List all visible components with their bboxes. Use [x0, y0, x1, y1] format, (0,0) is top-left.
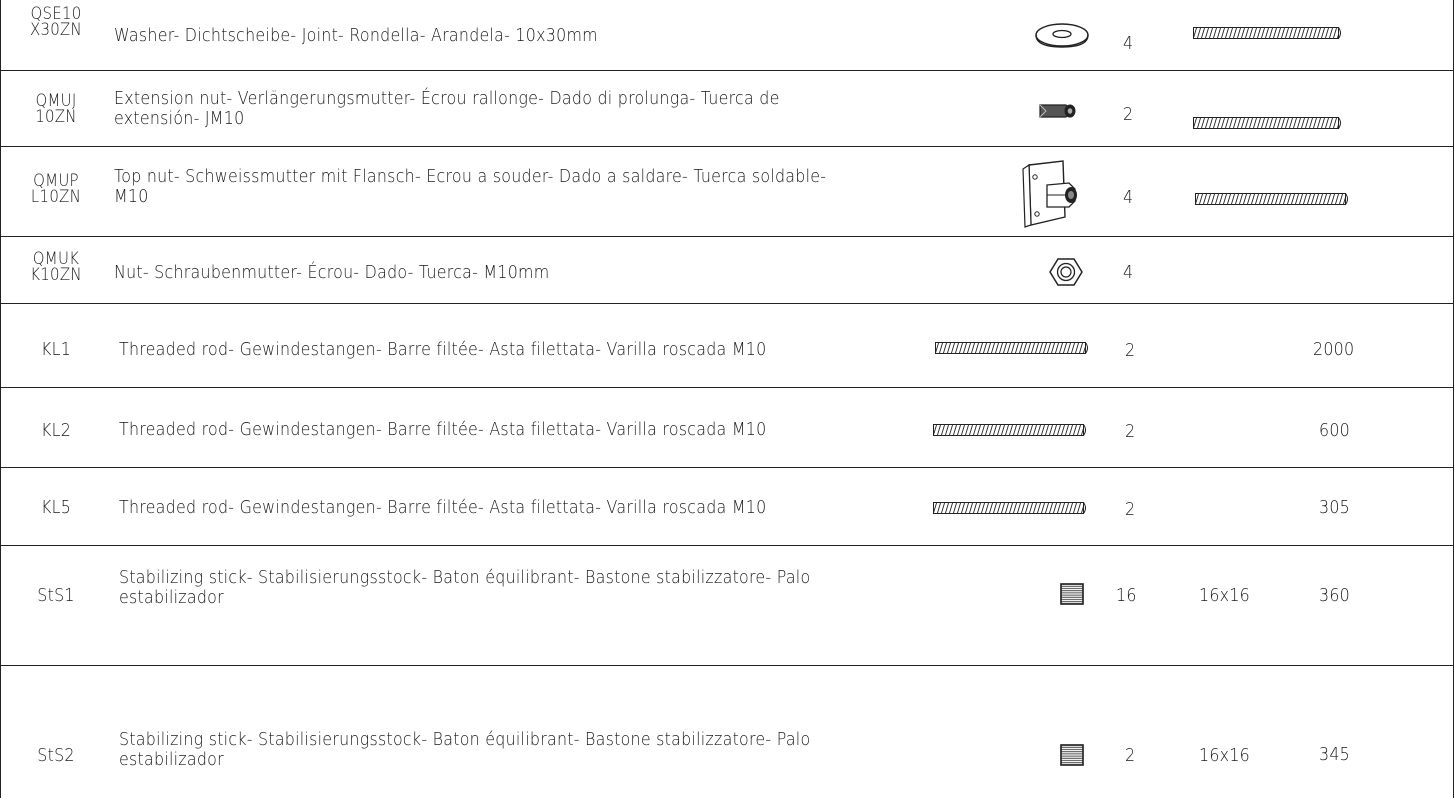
part-description: Threaded rod- Gewindestangen- Barre filt…: [119, 419, 767, 440]
part-quantity: 16: [1116, 585, 1137, 606]
description-line: M10: [114, 186, 149, 207]
threaded-rod-icon: [1193, 27, 1341, 39]
threaded-rod-icon: [1195, 193, 1348, 205]
stick-section-icon: [1060, 583, 1084, 605]
part-code-line: K10ZN: [30, 265, 82, 285]
table-row: KL1 Threaded rod- Gewindestangen- Barre …: [1, 304, 1453, 388]
part-description: Top nut- Schweissmutter mit Flansch- Ecr…: [114, 167, 826, 207]
table-row: StS1 Stabilizing stick- Stabilisierungss…: [1, 546, 1453, 666]
part-quantity: 2: [1125, 421, 1136, 442]
threaded-rod-icon: [935, 342, 1088, 354]
stick-section-icon: [1060, 744, 1084, 766]
part-description: Extension nut- Verlängerungsmutter- Écro…: [114, 89, 780, 129]
extension-nut-icon: [1039, 104, 1076, 118]
part-code: QMUK K10ZN: [8, 251, 105, 285]
description-line: estabilizador: [119, 587, 224, 608]
part-description: Stabilizing stick- Stabilisierungsstock-…: [119, 568, 810, 608]
description-line: Stabilizing stick- Stabilisierungsstock-…: [119, 567, 811, 588]
table-row: QMUJ 10ZN Extension nut- Verlängerungsmu…: [1, 71, 1453, 147]
part-dimension: 16x16: [1199, 585, 1251, 606]
part-quantity: 4: [1123, 33, 1134, 54]
part-quantity: 2: [1123, 104, 1134, 125]
table-row: KL2 Threaded rod- Gewindestangen- Barre …: [1, 388, 1453, 468]
part-code: StS1: [37, 585, 75, 606]
table-row: StS2 Stabilizing stick- Stabilisierungss…: [1, 666, 1453, 798]
part-quantity: 2: [1125, 499, 1136, 520]
part-code: StS2: [37, 745, 75, 766]
description-line: Top nut- Schweissmutter mit Flansch- Ecr…: [114, 166, 827, 187]
washer-icon: [1035, 23, 1089, 48]
part-quantity: 4: [1123, 262, 1134, 283]
parts-table: QSE10 X30ZN Washer- Dichtscheibe- Joint-…: [0, 0, 1454, 798]
part-code: QMUJ 10ZN: [8, 93, 105, 127]
table-row: QSE10 X30ZN Washer- Dichtscheibe- Joint-…: [1, 0, 1453, 71]
part-code-line: L10ZN: [30, 187, 82, 207]
part-code: QSE10 X30ZN: [8, 6, 105, 40]
flange-nut-icon: [1022, 160, 1077, 228]
part-code: QMUP L10ZN: [8, 173, 105, 207]
description-line: Extension nut- Verlängerungsmutter- Écro…: [114, 88, 780, 109]
description-line: estabilizador: [119, 749, 224, 770]
part-quantity: 2: [1125, 745, 1136, 766]
threaded-rod-icon: [933, 502, 1086, 514]
description-line: Stabilizing stick- Stabilisierungsstock-…: [119, 729, 811, 750]
part-dimension: 16x16: [1199, 745, 1251, 766]
part-length: 600: [1319, 420, 1351, 441]
table-row: QMUK K10ZN Nut- Schraubenmutter- Écrou- …: [1, 237, 1453, 304]
threaded-rod-icon: [933, 424, 1086, 436]
part-description: Threaded rod- Gewindestangen- Barre filt…: [119, 339, 767, 360]
part-code: KL2: [40, 420, 72, 441]
part-length: 2000: [1313, 339, 1355, 360]
part-length: 305: [1319, 497, 1351, 518]
hex-nut-icon: [1049, 258, 1083, 286]
part-quantity: 4: [1123, 187, 1134, 208]
part-quantity: 2: [1125, 340, 1136, 361]
part-length: 345: [1319, 744, 1351, 765]
part-description: Stabilizing stick- Stabilisierungsstock-…: [119, 730, 810, 770]
part-description: Nut- Schraubenmutter- Écrou- Dado- Tuerc…: [114, 262, 550, 283]
table-row: KL5 Threaded rod- Gewindestangen- Barre …: [1, 468, 1453, 546]
part-description: Washer- Dichtscheibe- Joint- Rondella- A…: [114, 25, 598, 46]
part-length: 360: [1319, 585, 1351, 606]
part-code-line: 10ZN: [35, 107, 77, 127]
description-line: extensión- JM10: [114, 108, 245, 129]
part-description: Threaded rod- Gewindestangen- Barre filt…: [119, 497, 767, 518]
part-code: KL5: [40, 497, 72, 518]
table-row: QMUP L10ZN Top nut- Schweissmutter mit F…: [1, 147, 1453, 237]
threaded-rod-icon: [1193, 117, 1341, 129]
part-code-line: X30ZN: [29, 20, 83, 40]
part-code: KL1: [40, 339, 72, 360]
